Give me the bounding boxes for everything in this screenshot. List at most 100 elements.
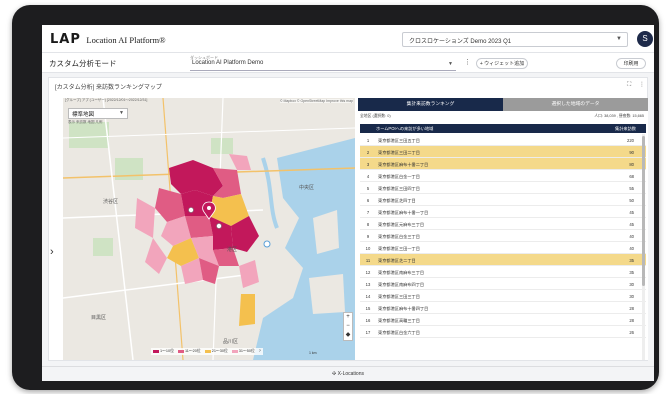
chevron-down-icon: ▼ (119, 110, 124, 116)
table-row[interactable]: 3 東京都港区麻布十番二丁目 80 (360, 158, 646, 170)
top-app-bar: LAP Location AI Platform® クロスロケーションズ Dem… (42, 25, 654, 53)
ranking-scrollbar[interactable] (642, 134, 645, 360)
more-options-icon[interactable]: ⋮ (464, 58, 471, 66)
row-value: 30 (629, 293, 634, 299)
map-label-chuo: 中央区 (299, 185, 315, 191)
table-row[interactable]: 8 東京都港区元麻布三丁目 45 (360, 218, 646, 230)
map-canvas[interactable] (63, 98, 355, 360)
row-rank: 17 (365, 329, 371, 335)
table-row[interactable]: 9 東京都港区白金三丁目 40 (360, 230, 646, 242)
compass-icon[interactable]: ◆ (344, 331, 352, 340)
table-row[interactable]: 5 東京都港区三田四丁目 55 (360, 182, 646, 194)
row-rank: 15 (365, 305, 371, 311)
row-rank: 11 (365, 257, 371, 263)
population-summary: 人口: 38,039 , 昼夜数: 15,665 (594, 114, 644, 118)
expand-icon[interactable]: ⛶ (627, 82, 631, 89)
row-rank: 1 (366, 137, 370, 143)
print-button[interactable]: 印刷用 (616, 58, 646, 69)
chevron-right-icon[interactable]: › (50, 246, 54, 258)
help-icon[interactable]: ? (259, 349, 261, 354)
map-label-shibuya: 渋谷区 (103, 199, 119, 205)
column-header-count[interactable]: 集計来訪数 (615, 126, 636, 132)
table-row[interactable]: 7 東京都港区麻布十番一丁目 45 (360, 206, 646, 218)
row-value: 45 (629, 209, 634, 215)
legend-item: 31〜50位 (231, 349, 255, 354)
map-style-select[interactable]: 標準地図 ▼ (68, 108, 128, 119)
tab-visit-ranking[interactable]: 集計来訪数ランキング (358, 98, 503, 111)
ranking-map-widget: [カスタム分析] 来訪数ランキングマップ ⛶ ⋮ › [グループ] アプ (ユー… (48, 77, 648, 361)
map-metadata: [グループ] アプ (ユーザー) [2022/12/01〜2022/12/31] (65, 98, 148, 102)
row-name: 東京都港区三田三丁目 (378, 293, 420, 299)
map-legend: 1〜10位 11〜20位 21〜30位 31〜50位 ? (151, 348, 263, 355)
row-value: 30 (629, 281, 634, 287)
row-name: 東京都港区白金三丁目 (378, 233, 420, 239)
table-row[interactable]: 17 東京都港区白金六丁目 26 (360, 326, 646, 338)
row-value: 28 (629, 317, 634, 323)
app-screen: LAP Location AI Platform® クロスロケーションズ Dem… (42, 25, 654, 381)
table-row[interactable]: 10 東京都港区三田一丁目 40 (360, 242, 646, 254)
row-value: 26 (629, 329, 634, 335)
row-name: 東京都港区南麻布三丁目 (378, 269, 425, 275)
table-row[interactable]: 16 東京都港区高輪三丁目 28 (360, 314, 646, 326)
map-label-shinagawa: 品川区 (223, 339, 239, 345)
row-rank: 12 (365, 269, 371, 275)
row-name: 東京都港区元麻布三丁目 (378, 221, 425, 227)
table-row[interactable]: 4 東京都港区白金一丁目 68 (360, 170, 646, 182)
row-rank: 5 (366, 185, 370, 191)
row-value: 40 (629, 245, 634, 251)
row-rank: 13 (365, 281, 371, 287)
row-value: 40 (629, 233, 634, 239)
map-view[interactable]: [グループ] アプ (ユーザー) [2022/12/01〜2022/12/31]… (63, 98, 355, 360)
row-value: 80 (629, 161, 634, 167)
row-rank: 10 (365, 245, 371, 251)
map-style-value: 標準地図 (72, 112, 95, 118)
dashboard-select[interactable]: Location AI Platform Demo ▼ (190, 60, 456, 71)
table-row[interactable]: 12 東京都港区南麻布三丁目 35 (360, 266, 646, 278)
row-value: 50 (629, 197, 634, 203)
table-row[interactable]: 14 東京都港区三田三丁目 30 (360, 290, 646, 302)
row-value: 90 (629, 149, 634, 155)
page-title: カスタム分析モード (49, 59, 117, 68)
add-widget-button[interactable]: + ウィジェット追加 (476, 58, 528, 69)
table-row[interactable]: 2 東京都港区三田二丁目 90 (360, 146, 646, 158)
row-value: 220 (627, 137, 634, 143)
organization-select[interactable]: クロスロケーションズ Demo 2023 Q1 ▼ (402, 32, 628, 47)
row-rank: 4 (366, 173, 370, 179)
row-value: 35 (629, 269, 634, 275)
widget-menu-icon[interactable]: ⋮ (639, 81, 645, 88)
row-name: 東京都港区麻布十番四丁目 (378, 305, 429, 311)
table-row[interactable]: 1 東京都港区三田五丁目 220 (360, 134, 646, 146)
row-value: 68 (629, 173, 634, 179)
row-name: 東京都港区三田五丁目 (378, 137, 420, 143)
app-logo[interactable]: LAP Location AI Platform® (50, 32, 166, 47)
table-row[interactable]: 15 東京都港区麻布十番四丁目 28 (360, 302, 646, 314)
row-rank: 3 (366, 161, 370, 167)
row-name: 東京都港区三田一丁目 (378, 245, 420, 251)
footer-brand: ✣ X-Locations (42, 366, 654, 381)
row-value: 35 (629, 257, 634, 263)
table-row[interactable]: 13 東京都港区南麻布四丁目 30 (360, 278, 646, 290)
row-name: 東京都港区三田二丁目 (378, 149, 420, 155)
map-layer-options: 表示 来訪数 地図 凡例 (68, 120, 103, 124)
row-rank: 8 (366, 221, 370, 227)
zoom-in-button[interactable]: + (344, 313, 352, 322)
row-value: 55 (629, 185, 634, 191)
row-name: 東京都港区南麻布四丁目 (378, 281, 425, 287)
table-row[interactable]: 11 東京都港区芝二丁目 35 (360, 254, 646, 266)
ranking-summary: 全地区 (選択数: 0) 人口: 38,039 , 昼夜数: 15,665 (360, 114, 646, 122)
zoom-out-button[interactable]: − (344, 322, 352, 331)
tab-selected-area-data[interactable]: 選択した地域のデータ (503, 98, 648, 111)
organization-name: クロスロケーションズ Demo 2023 Q1 (409, 39, 512, 45)
row-name: 東京都港区高輪三丁目 (378, 317, 420, 323)
dashboard-name: Location AI Platform Demo (192, 60, 264, 66)
table-row[interactable]: 6 東京都港区芝四丁目 50 (360, 194, 646, 206)
column-header-area[interactable]: ホームPOIへの来訪が多い地域 (376, 126, 433, 132)
scrollbar-thumb[interactable] (642, 136, 645, 286)
map-label-minato: 港区 (227, 247, 238, 253)
row-name: 東京都港区麻布十番二丁目 (378, 161, 429, 167)
user-avatar[interactable]: S (637, 31, 653, 47)
zoom-control[interactable]: + − ◆ (343, 312, 353, 341)
map-attribution[interactable]: © Mapbox © OpenStreetMap Improve this ma… (279, 99, 353, 103)
row-rank: 9 (366, 233, 370, 239)
ranking-tabs: 集計来訪数ランキング 選択した地域のデータ (358, 98, 648, 111)
